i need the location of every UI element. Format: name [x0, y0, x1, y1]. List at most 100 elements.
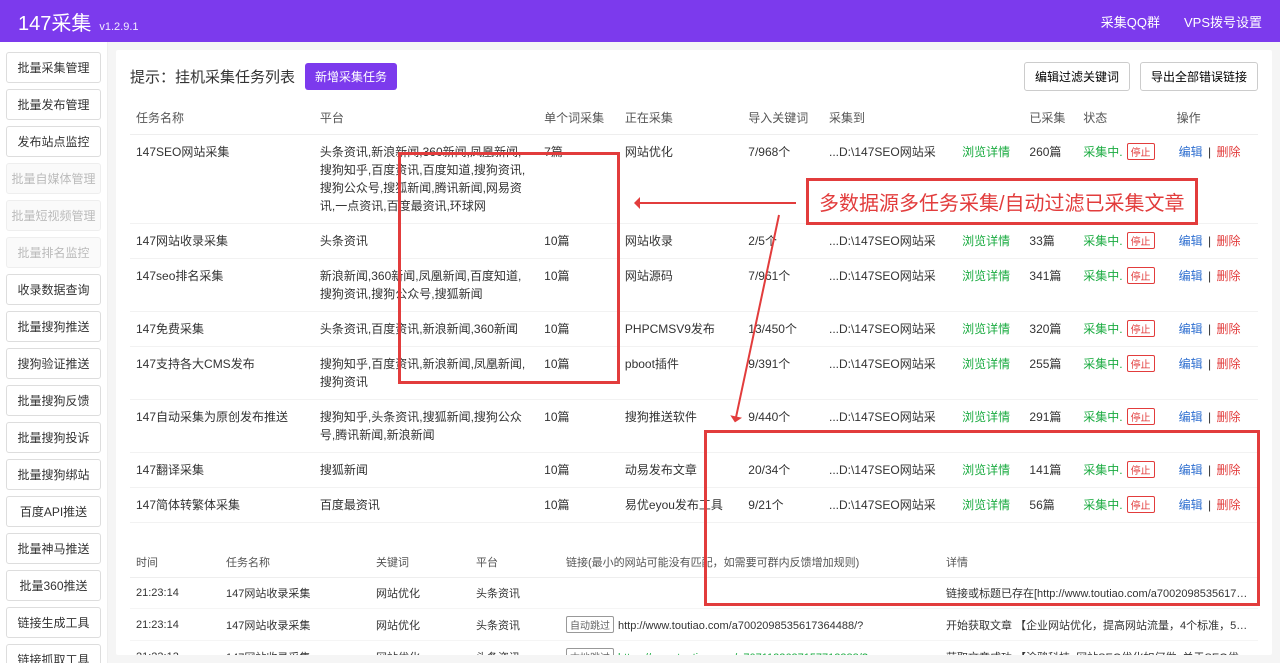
task-single: 10篇 [538, 259, 619, 312]
task-single: 10篇 [538, 488, 619, 523]
task-keywords: 7/961个 [742, 259, 823, 312]
browse-detail-link[interactable]: 浏览详情 [962, 234, 1010, 248]
task-collected: 320篇 [1023, 312, 1077, 347]
sidebar-item-7[interactable]: 批量搜狗推送 [6, 311, 101, 342]
table-row: 147seo排名采集新浪新闻,360新闻,凤凰新闻,百度知道,搜狗资讯,搜狗公众… [130, 259, 1258, 312]
task-keywords: 9/440个 [742, 400, 823, 453]
sidebar-item-9[interactable]: 批量搜狗反馈 [6, 385, 101, 416]
delete-link[interactable]: 删除 [1216, 269, 1240, 283]
task-dest: ...D:\147SEO网站采 [823, 224, 956, 259]
export-error-links-button[interactable]: 导出全部错误链接 [1140, 62, 1258, 91]
delete-link[interactable]: 删除 [1216, 357, 1240, 371]
sidebar-item-11[interactable]: 批量搜狗绑站 [6, 459, 101, 490]
task-keywords: 9/21个 [742, 488, 823, 523]
task-dest: ...D:\147SEO网站采 [823, 347, 956, 400]
delete-link[interactable]: 删除 [1216, 498, 1240, 512]
sidebar-item-14[interactable]: 批量360推送 [6, 570, 101, 601]
task-collected: 255篇 [1023, 347, 1077, 400]
sidebar-item-6[interactable]: 收录数据查询 [6, 274, 101, 305]
sidebar-item-12[interactable]: 百度API推送 [6, 496, 101, 527]
task-platform: 百度最资讯 [314, 488, 538, 523]
delete-link[interactable]: 删除 [1216, 145, 1240, 159]
edit-link[interactable]: 编辑 [1179, 498, 1203, 512]
edit-link[interactable]: 编辑 [1179, 269, 1203, 283]
app-version: v1.2.9.1 [99, 21, 138, 33]
stop-button[interactable]: 停止 [1127, 267, 1155, 284]
logs-col-time: 时间 [130, 547, 220, 578]
stop-button[interactable]: 停止 [1127, 232, 1155, 249]
edit-link[interactable]: 编辑 [1179, 410, 1203, 424]
edit-filter-keywords-button[interactable]: 编辑过滤关键词 [1024, 62, 1130, 91]
browse-detail-link[interactable]: 浏览详情 [962, 410, 1010, 424]
stop-button[interactable]: 停止 [1127, 461, 1155, 478]
task-dest: ...D:\147SEO网站采 [823, 312, 956, 347]
task-dest: ...D:\147SEO网站采 [823, 400, 956, 453]
new-task-button[interactable]: 新增采集任务 [305, 63, 397, 90]
annotation-callout: 多数据源多任务采集/自动过滤已采集文章 [806, 178, 1198, 225]
sidebar-item-1[interactable]: 批量发布管理 [6, 89, 101, 120]
log-link[interactable]: https://www.toutiao.com/a707112263715771… [618, 652, 868, 655]
app-title: 147采集 [18, 7, 91, 36]
sidebar-item-8[interactable]: 搜狗验证推送 [6, 348, 101, 379]
edit-link[interactable]: 编辑 [1179, 357, 1203, 371]
sidebar-item-13[interactable]: 批量神马推送 [6, 533, 101, 564]
tasks-col-running: 正在采集 [619, 101, 742, 135]
stop-button[interactable]: 停止 [1127, 355, 1155, 372]
status-running: 采集中. [1083, 145, 1122, 159]
task-running: 搜狗推送软件 [619, 400, 742, 453]
task-keywords: 20/34个 [742, 453, 823, 488]
task-running: pboot插件 [619, 347, 742, 400]
task-name: 147支持各大CMS发布 [130, 347, 314, 400]
delete-link[interactable]: 删除 [1216, 322, 1240, 336]
stop-button[interactable]: 停止 [1127, 320, 1155, 337]
stop-button[interactable]: 停止 [1127, 496, 1155, 513]
nav-vps-dial[interactable]: VPS拨号设置 [1184, 12, 1262, 31]
browse-detail-link[interactable]: 浏览详情 [962, 463, 1010, 477]
tasks-col-ops: 操作 [1171, 101, 1258, 135]
status-running: 采集中. [1083, 463, 1122, 477]
task-name: 147自动采集为原创发布推送 [130, 400, 314, 453]
log-link[interactable]: http://www.toutiao.com/a7002098535617364… [618, 620, 863, 632]
sidebar-item-10[interactable]: 批量搜狗投诉 [6, 422, 101, 453]
task-platform: 头条资讯,新浪新闻,360新闻,凤凰新闻,搜狗知乎,百度资讯,百度知道,搜狗资讯… [314, 135, 538, 224]
task-name: 147网站收录采集 [130, 224, 314, 259]
sidebar-item-16[interactable]: 链接抓取工具 [6, 644, 101, 663]
sidebar-item-2[interactable]: 发布站点监控 [6, 126, 101, 157]
sidebar-item-4: 批量短视频管理 [6, 200, 101, 231]
sidebar-item-0[interactable]: 批量采集管理 [6, 52, 101, 83]
log-time: 21:23:14 [130, 578, 220, 609]
edit-link[interactable]: 编辑 [1179, 145, 1203, 159]
task-running: 网站收录 [619, 224, 742, 259]
sidebar-item-15[interactable]: 链接生成工具 [6, 607, 101, 638]
stop-button[interactable]: 停止 [1127, 143, 1155, 160]
task-platform: 新浪新闻,360新闻,凤凰新闻,百度知道,搜狗资讯,搜狗公众号,搜狐新闻 [314, 259, 538, 312]
browse-detail-link[interactable]: 浏览详情 [962, 357, 1010, 371]
browse-detail-link[interactable]: 浏览详情 [962, 322, 1010, 336]
browse-detail-link[interactable]: 浏览详情 [962, 498, 1010, 512]
delete-link[interactable]: 删除 [1216, 234, 1240, 248]
delete-link[interactable]: 删除 [1216, 463, 1240, 477]
browse-detail-link[interactable]: 浏览详情 [962, 269, 1010, 283]
edit-link[interactable]: 编辑 [1179, 322, 1203, 336]
logs-header-row: 时间任务名称关键词平台链接(最小的网站可能没有匹配，如需要可群内反馈增加规则)详… [130, 547, 1258, 578]
edit-link[interactable]: 编辑 [1179, 234, 1203, 248]
edit-link[interactable]: 编辑 [1179, 463, 1203, 477]
tasks-col-collected: 已采集 [1023, 101, 1077, 135]
task-name: 147免费采集 [130, 312, 314, 347]
tasks-col-_browse [956, 101, 1023, 135]
tasks-col-platform: 平台 [314, 101, 538, 135]
nav-qq-group[interactable]: 采集QQ群 [1101, 12, 1160, 31]
task-single: 10篇 [538, 453, 619, 488]
browse-detail-link[interactable]: 浏览详情 [962, 145, 1010, 159]
table-row: 147网站收录采集头条资讯10篇网站收录2/5个...D:\147SEO网站采浏… [130, 224, 1258, 259]
page-title: 提示：挂机采集任务列表 [130, 66, 295, 87]
task-single: 7篇 [538, 135, 619, 224]
task-running: 易优eyou发布工具 [619, 488, 742, 523]
log-platform: 头条资讯 [470, 578, 560, 609]
task-collected: 56篇 [1023, 488, 1077, 523]
task-name: 147seo排名采集 [130, 259, 314, 312]
tasks-table: 任务名称平台单个词采集正在采集导入关键词采集到已采集状态操作 147SEO网站采… [130, 101, 1258, 523]
delete-link[interactable]: 删除 [1216, 410, 1240, 424]
logs-col-keyword: 关键词 [370, 547, 470, 578]
stop-button[interactable]: 停止 [1127, 408, 1155, 425]
